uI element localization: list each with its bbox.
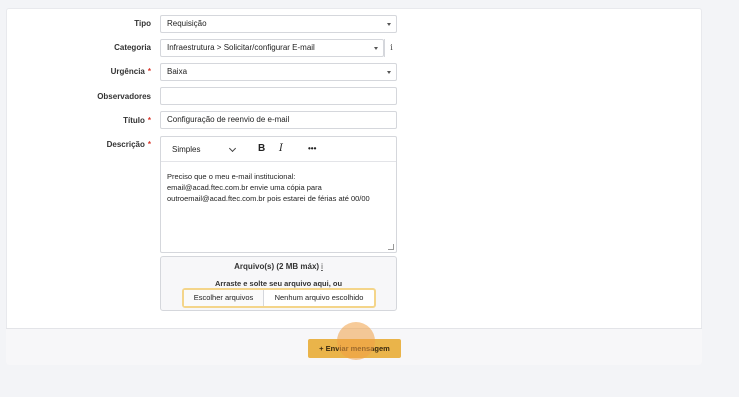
upload-hint: Arraste e solte seu arquivo aqui, ou: [214, 279, 343, 288]
titulo-input[interactable]: Configuração de reenvio de e-mail: [160, 111, 397, 129]
descricao-editor[interactable]: Simples B I ••• Preciso que o meu e-mail…: [160, 136, 397, 253]
send-message-button[interactable]: + Enviar mensagem: [308, 339, 401, 358]
info-icon[interactable]: i: [321, 262, 323, 271]
resize-handle-icon[interactable]: [388, 244, 394, 250]
descricao-label: Descrição *: [106, 140, 151, 149]
content-line: Preciso que o meu e-mail institucional:: [167, 172, 296, 181]
content-line: email@acad.ftec.com.br envie uma cópia p…: [167, 183, 322, 192]
tipo-select[interactable]: Requisição: [160, 15, 397, 33]
caret-down-icon: [387, 71, 391, 74]
urgencia-label: Urgência *: [110, 67, 151, 76]
titulo-value: Configuração de reenvio de e-mail: [167, 115, 290, 124]
caret-down-icon: [374, 47, 378, 50]
format-select[interactable]: Simples: [167, 142, 241, 157]
categoria-info-icon[interactable]: i: [384, 39, 398, 57]
upload-title: Arquivo(s) (2 MB máx) i: [234, 262, 323, 271]
urgencia-value: Baixa: [167, 67, 188, 76]
chevron-down-icon: [228, 144, 237, 153]
observadores-label: Observadores: [97, 92, 151, 101]
choose-files-button[interactable]: Escolher arquivos: [184, 290, 264, 306]
titulo-label: Título *: [123, 116, 151, 125]
categoria-label: Categoria: [114, 43, 151, 52]
file-status: Nenhum arquivo escolhido: [274, 293, 364, 302]
format-value: Simples: [172, 145, 201, 154]
italic-button[interactable]: I: [279, 143, 283, 154]
file-upload-area[interactable]: Arquivo(s) (2 MB máx) i Arraste e solte s…: [160, 256, 397, 311]
editor-content[interactable]: Preciso que o meu e-mail institucional: …: [167, 171, 390, 204]
required-mark: *: [147, 67, 151, 76]
required-mark: *: [147, 116, 151, 125]
observadores-input[interactable]: [160, 87, 397, 105]
categoria-select[interactable]: Infraestrutura > Solicitar/configurar E-…: [160, 39, 384, 57]
tipo-label: Tipo: [134, 19, 151, 28]
content-line: outroemail@acad.ftec.com.br pois estarei…: [167, 194, 370, 203]
required-mark: *: [147, 140, 151, 149]
editor-toolbar: Simples B I •••: [161, 137, 396, 162]
urgencia-select[interactable]: Baixa: [160, 63, 397, 81]
tipo-value: Requisição: [167, 19, 207, 28]
bold-button[interactable]: B: [258, 143, 265, 154]
caret-down-icon: [387, 23, 391, 26]
categoria-value: Infraestrutura > Solicitar/configurar E-…: [167, 43, 315, 52]
more-options-button[interactable]: •••: [308, 144, 316, 153]
file-picker[interactable]: Escolher arquivos Nenhum arquivo escolhi…: [182, 288, 376, 308]
